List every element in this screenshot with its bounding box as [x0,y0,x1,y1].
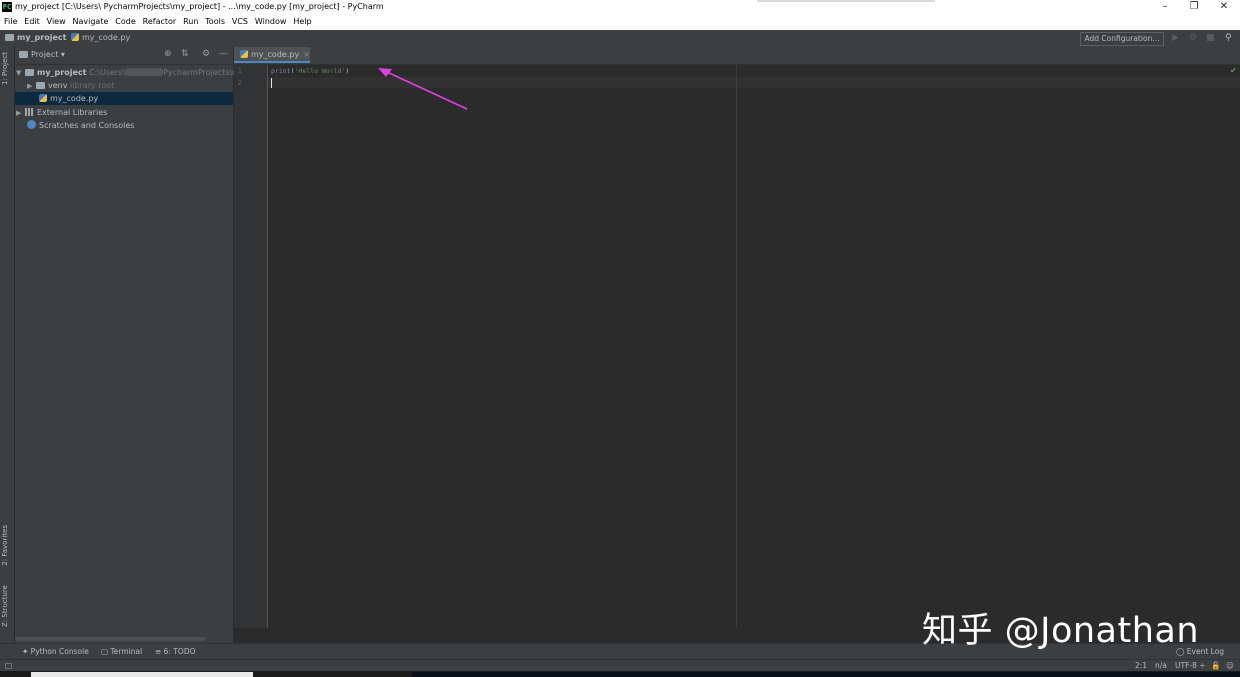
close-icon[interactable]: ✕ [1210,0,1238,15]
breadcrumb-file[interactable]: my_code.py [71,33,130,42]
tree-item-root[interactable]: ▼ my_project C:\Users\ PycharmProjects\my [15,66,245,79]
horizontal-scrollbar[interactable] [15,637,205,641]
breadcrumb-project-label: my_project [17,33,67,42]
editor-gutter: 1 2 [234,65,268,628]
add-configuration-button[interactable]: Add Configuration... [1080,32,1164,46]
line-number: 2 [237,79,242,87]
scratches-icon [27,120,36,129]
python-file-icon [240,50,248,58]
gear-icon[interactable]: ⚙ [202,49,210,59]
run-icon[interactable]: ▶ [1172,33,1179,43]
inspector-icon[interactable]: ☺ [1226,661,1234,670]
tree-item-venv[interactable]: ▶ venv library root [15,79,233,92]
menu-refactor[interactable]: Refactor [143,15,177,29]
folder-icon [25,69,34,76]
todo-label: 6: TODO [163,647,196,656]
right-margin-guide [736,65,737,628]
annotation-arrow [378,68,468,110]
tree-root-path-prefix: C:\Users\ [89,68,126,77]
menu-tools[interactable]: Tools [205,15,225,29]
collapse-all-icon[interactable]: ⇅ [181,49,189,59]
left-tool-strip: 1: Project 2: Favorites Z: Structure [0,47,15,643]
tree-item-my-code[interactable]: my_code.py [15,92,233,105]
todo-button[interactable]: ≡ 6: TODO [155,647,196,656]
menu-navigate[interactable]: Navigate [73,15,109,29]
tree-root-path-suffix: PycharmProjects\my [163,68,245,77]
text-caret [271,78,272,88]
tool-tab-project[interactable]: 1: Project [1,52,9,85]
breadcrumb-file-label: my_code.py [82,33,131,42]
caret-position[interactable]: 2:1 [1135,661,1147,670]
menu-vcs[interactable]: VCS [232,15,248,29]
watermark: 知乎 @Jonathan [922,611,1200,651]
code-paren-close: ) [345,67,350,75]
menu-view[interactable]: View [47,15,66,29]
project-panel: Project ▾ ⊕ ⇅ ⚙ — ▼ my_project C:\Users\ P… [15,47,245,643]
stop-icon[interactable]: ■ [1206,33,1215,43]
code-line-1: print('Hello World') [271,67,349,75]
tree-venv-label: venv [48,81,68,90]
minimize-icon[interactable]: – [1151,0,1179,15]
editor-tab-bar: my_code.py × [234,47,1240,65]
editor-tab-my-code[interactable]: my_code.py × [234,47,310,63]
python-file-icon [71,33,79,41]
locate-icon[interactable]: ⊕ [164,49,172,59]
menu-file[interactable]: File [4,15,17,29]
pycharm-app-icon: PC [2,2,12,12]
redacted-username [125,68,164,76]
breadcrumb-project[interactable]: my_project [5,33,66,42]
taskbar-window-preview [31,672,253,677]
line-separator[interactable]: n/a [1155,661,1167,670]
line-number: 1 [237,67,242,75]
debug-icon[interactable]: ⚙ [1189,33,1197,43]
terminal-label: Terminal [110,647,143,656]
window-title: my_project [C:\Users\ PycharmProjects\my… [15,2,384,11]
tree-item-external-libraries[interactable]: ▶ External Libraries [15,106,233,119]
os-taskbar [0,671,1240,677]
tool-tab-favorites[interactable]: 2: Favorites [1,525,9,566]
menu-run[interactable]: Run [183,15,198,29]
window-title-bar: PC my_project [C:\Users\ PycharmProjects… [0,0,1240,15]
hide-panel-icon[interactable]: — [219,49,228,59]
folder-icon [36,82,45,89]
menu-code[interactable]: Code [115,15,135,29]
project-folder-icon [19,51,28,58]
menu-window[interactable]: Window [255,15,287,29]
code-keyword: print [271,67,291,75]
project-panel-title: Project [31,50,59,59]
project-view-selector[interactable]: Project ▾ [19,50,65,59]
inspection-ok-icon: ✔ [1230,66,1237,75]
tree-item-scratches[interactable]: Scratches and Consoles [15,119,233,132]
code-editor[interactable]: print('Hello World') ✔ [268,65,1240,628]
project-panel-header: Project ▾ ⊕ ⇅ ⚙ — [15,47,233,65]
menu-edit[interactable]: Edit [24,15,40,29]
navigation-bar: my_project my_code.py Add Configuration.… [0,30,1240,48]
folder-icon [5,34,14,41]
tool-tab-structure[interactable]: Z: Structure [1,585,9,627]
library-icon [25,108,34,116]
file-encoding[interactable]: UTF-8 ÷ [1175,661,1206,670]
tree-scratches-label: Scratches and Consoles [39,121,135,130]
tree-root-label: my_project [37,68,87,77]
taskbar-dark-area [412,672,1240,677]
menu-help[interactable]: Help [293,15,311,29]
python-file-icon [39,94,47,102]
editor-tab-label: my_code.py [251,50,300,59]
menu-bar: File Edit View Navigate Code Refactor Ru… [0,15,1240,30]
close-tab-icon[interactable]: × [303,50,310,59]
python-console-button[interactable]: ✦ Python Console [22,647,89,656]
blurred-bar [757,0,935,2]
python-console-label: Python Console [30,647,89,656]
lock-icon[interactable]: 🔓 [1211,661,1220,670]
code-string: 'Hello World' [294,67,346,75]
restore-icon[interactable]: ❐ [1180,0,1208,15]
terminal-button[interactable]: ▢ Terminal [101,647,142,656]
tree-file-label: my_code.py [50,94,99,103]
toggle-tool-windows-icon[interactable]: □ [5,661,12,670]
tree-venv-note: library root [70,81,115,90]
search-icon[interactable]: ⚲ [1225,33,1232,43]
tree-external-label: External Libraries [37,108,108,117]
